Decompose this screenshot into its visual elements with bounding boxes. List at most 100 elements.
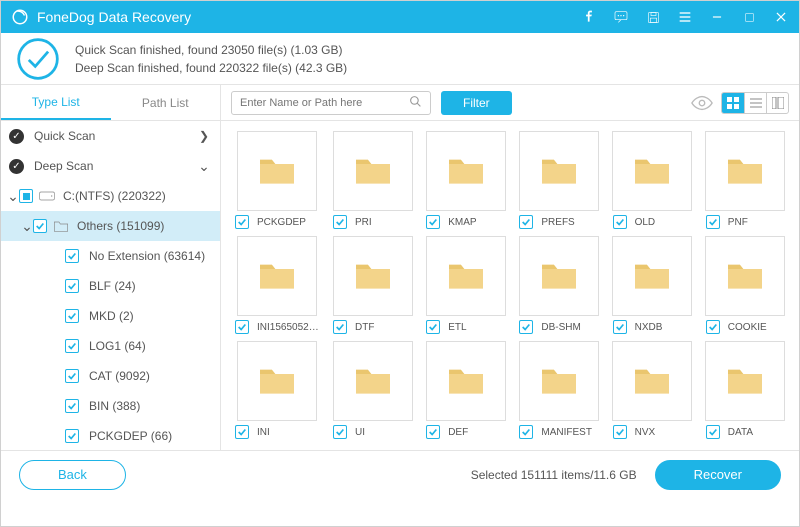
checkbox[interactable] (706, 215, 720, 229)
tree-item[interactable]: CAT (9092) (1, 361, 220, 391)
view-detail-icon[interactable] (766, 93, 788, 113)
folder-icon (352, 258, 394, 295)
filter-button[interactable]: Filter (441, 91, 512, 115)
checkbox[interactable] (65, 369, 79, 383)
checkbox[interactable] (519, 215, 533, 229)
file-item[interactable]: ETL (422, 236, 509, 335)
file-thumb (612, 341, 692, 421)
file-thumb (519, 131, 599, 211)
folder-icon (445, 258, 487, 295)
file-item[interactable]: DB-SHM (515, 236, 602, 335)
close-icon[interactable] (773, 9, 789, 25)
chevron-down-icon[interactable]: ⌄ (198, 158, 210, 175)
file-item[interactable]: KMAP (422, 131, 509, 230)
checkbox[interactable] (426, 215, 440, 229)
checkbox[interactable] (65, 249, 79, 263)
file-item[interactable]: INI1565052569 (231, 236, 323, 335)
tree-others[interactable]: ⌄ Others (151099) (1, 211, 220, 241)
selection-status: Selected 151111 items/11.6 GB (471, 468, 637, 482)
tree-item[interactable]: MKD (2) (1, 301, 220, 331)
checkbox[interactable] (19, 189, 33, 203)
file-thumb (237, 236, 317, 316)
app-title: FoneDog Data Recovery (37, 9, 581, 25)
file-item[interactable]: OLD (609, 131, 696, 230)
file-thumb (705, 236, 785, 316)
preview-icon[interactable] (691, 95, 713, 111)
maximize-icon[interactable] (741, 9, 757, 25)
checkbox[interactable] (613, 215, 627, 229)
checkbox[interactable] (65, 429, 79, 443)
tree-drive[interactable]: ⌄ C:(NTFS) (220322) (1, 181, 220, 211)
checkbox[interactable] (65, 339, 79, 353)
feedback-icon[interactable] (613, 9, 629, 25)
file-item[interactable]: PCKGDEP (231, 131, 323, 230)
file-label: DATA (728, 427, 753, 438)
save-icon[interactable] (645, 9, 661, 25)
checkbox[interactable] (519, 320, 533, 334)
tab-path-list[interactable]: Path List (111, 85, 221, 120)
drive-icon (39, 190, 55, 202)
chevron-down-icon[interactable]: ⌄ (21, 218, 33, 235)
checkbox[interactable] (333, 320, 347, 334)
tab-type-list[interactable]: Type List (1, 85, 111, 120)
checkbox[interactable] (426, 320, 440, 334)
chevron-right-icon[interactable]: ❯ (198, 129, 210, 143)
checkbox[interactable] (65, 309, 79, 323)
tree-quick-scan[interactable]: ✓ Quick Scan ❯ (1, 121, 220, 151)
facebook-icon[interactable] (581, 9, 597, 25)
file-item[interactable]: UI (329, 341, 416, 440)
search-icon[interactable] (409, 95, 422, 111)
file-item[interactable]: NVX (609, 341, 696, 440)
file-item[interactable]: PRI (329, 131, 416, 230)
checkbox[interactable] (65, 279, 79, 293)
view-grid-icon[interactable] (722, 93, 744, 113)
file-item[interactable]: DEF (422, 341, 509, 440)
file-item[interactable]: PREFS (515, 131, 602, 230)
file-thumb (333, 341, 413, 421)
recover-button[interactable]: Recover (655, 460, 781, 490)
folder-icon (352, 363, 394, 400)
checkbox[interactable] (426, 425, 440, 439)
checkbox[interactable] (65, 399, 79, 413)
file-label: DEF (448, 427, 468, 438)
toolbar: Filter (221, 85, 799, 121)
minimize-icon[interactable] (709, 9, 725, 25)
tree-item[interactable]: LOG1 (64) (1, 331, 220, 361)
back-button[interactable]: Back (19, 460, 126, 490)
tree-item[interactable]: No Extension (63614) (1, 241, 220, 271)
file-item[interactable]: DATA (702, 341, 789, 440)
chevron-down-icon[interactable]: ⌄ (7, 188, 19, 205)
file-item[interactable]: DTF (329, 236, 416, 335)
checkbox[interactable] (613, 425, 627, 439)
file-item[interactable]: NXDB (609, 236, 696, 335)
folder-icon (445, 153, 487, 190)
search-input[interactable] (240, 97, 409, 109)
file-item[interactable]: INI (231, 341, 323, 440)
checkbox[interactable] (706, 425, 720, 439)
checkbox[interactable] (333, 425, 347, 439)
file-item[interactable]: COOKIE (702, 236, 789, 335)
file-label: MANIFEST (541, 427, 592, 438)
file-label: NXDB (635, 322, 663, 333)
file-label: PNF (728, 217, 748, 228)
checkbox[interactable] (613, 320, 627, 334)
tree-item[interactable]: BLF (24) (1, 271, 220, 301)
checkbox[interactable] (235, 215, 249, 229)
folder-icon (631, 363, 673, 400)
view-list-icon[interactable] (744, 93, 766, 113)
menu-icon[interactable] (677, 9, 693, 25)
checkbox[interactable] (706, 320, 720, 334)
tree-deep-scan[interactable]: ✓ Deep Scan ⌄ (1, 151, 220, 181)
checkbox[interactable] (33, 219, 47, 233)
file-item[interactable]: PNF (702, 131, 789, 230)
file-grid[interactable]: PCKGDEPPRIKMAPPREFSOLD PNF INI1565052569DT… (221, 121, 799, 450)
checkbox[interactable] (235, 320, 249, 334)
checkbox[interactable] (235, 425, 249, 439)
folder-icon (256, 363, 298, 400)
file-item[interactable]: MANIFEST (515, 341, 602, 440)
tree-item[interactable]: BIN (388) (1, 391, 220, 421)
checkbox[interactable] (333, 215, 347, 229)
tree[interactable]: ✓ Quick Scan ❯ ✓ Deep Scan ⌄ ⌄ C:(NTFS) … (1, 121, 220, 450)
checkbox[interactable] (519, 425, 533, 439)
tree-item[interactable]: PCKGDEP (66) (1, 421, 220, 450)
